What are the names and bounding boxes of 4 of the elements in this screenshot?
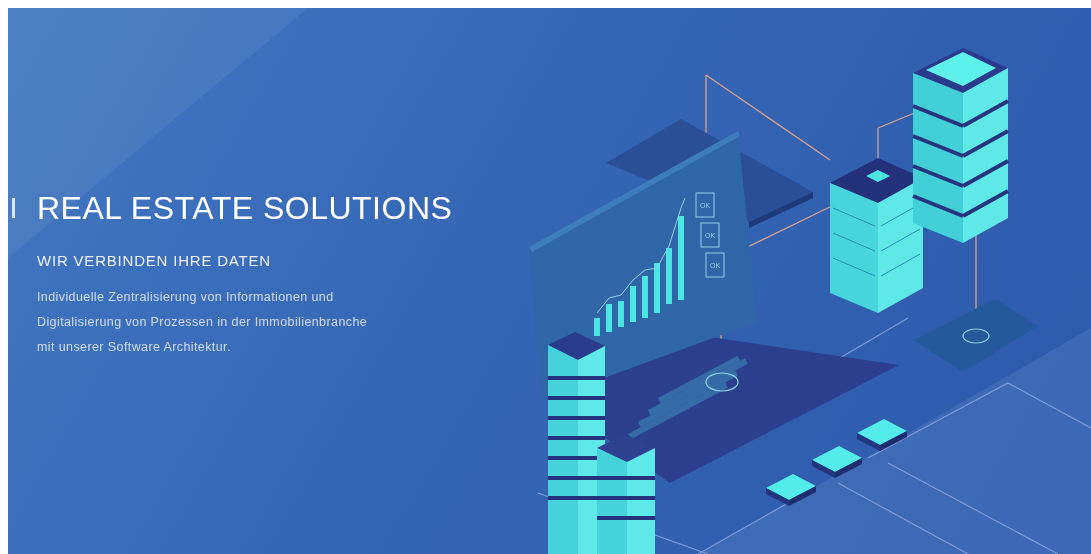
hero-description: Individuelle Zentralisierung von Informationen und Digitalisierung von Prozessen in der Immobilienbranche mit unserer Software Architektur. xyxy=(37,288,369,356)
hero-subtitle: WIR VERBINDEN IHRE DATEN xyxy=(37,251,272,271)
decorative-line xyxy=(12,198,15,218)
hero-title: REAL ESTATE SOLUTIONS xyxy=(37,189,453,228)
